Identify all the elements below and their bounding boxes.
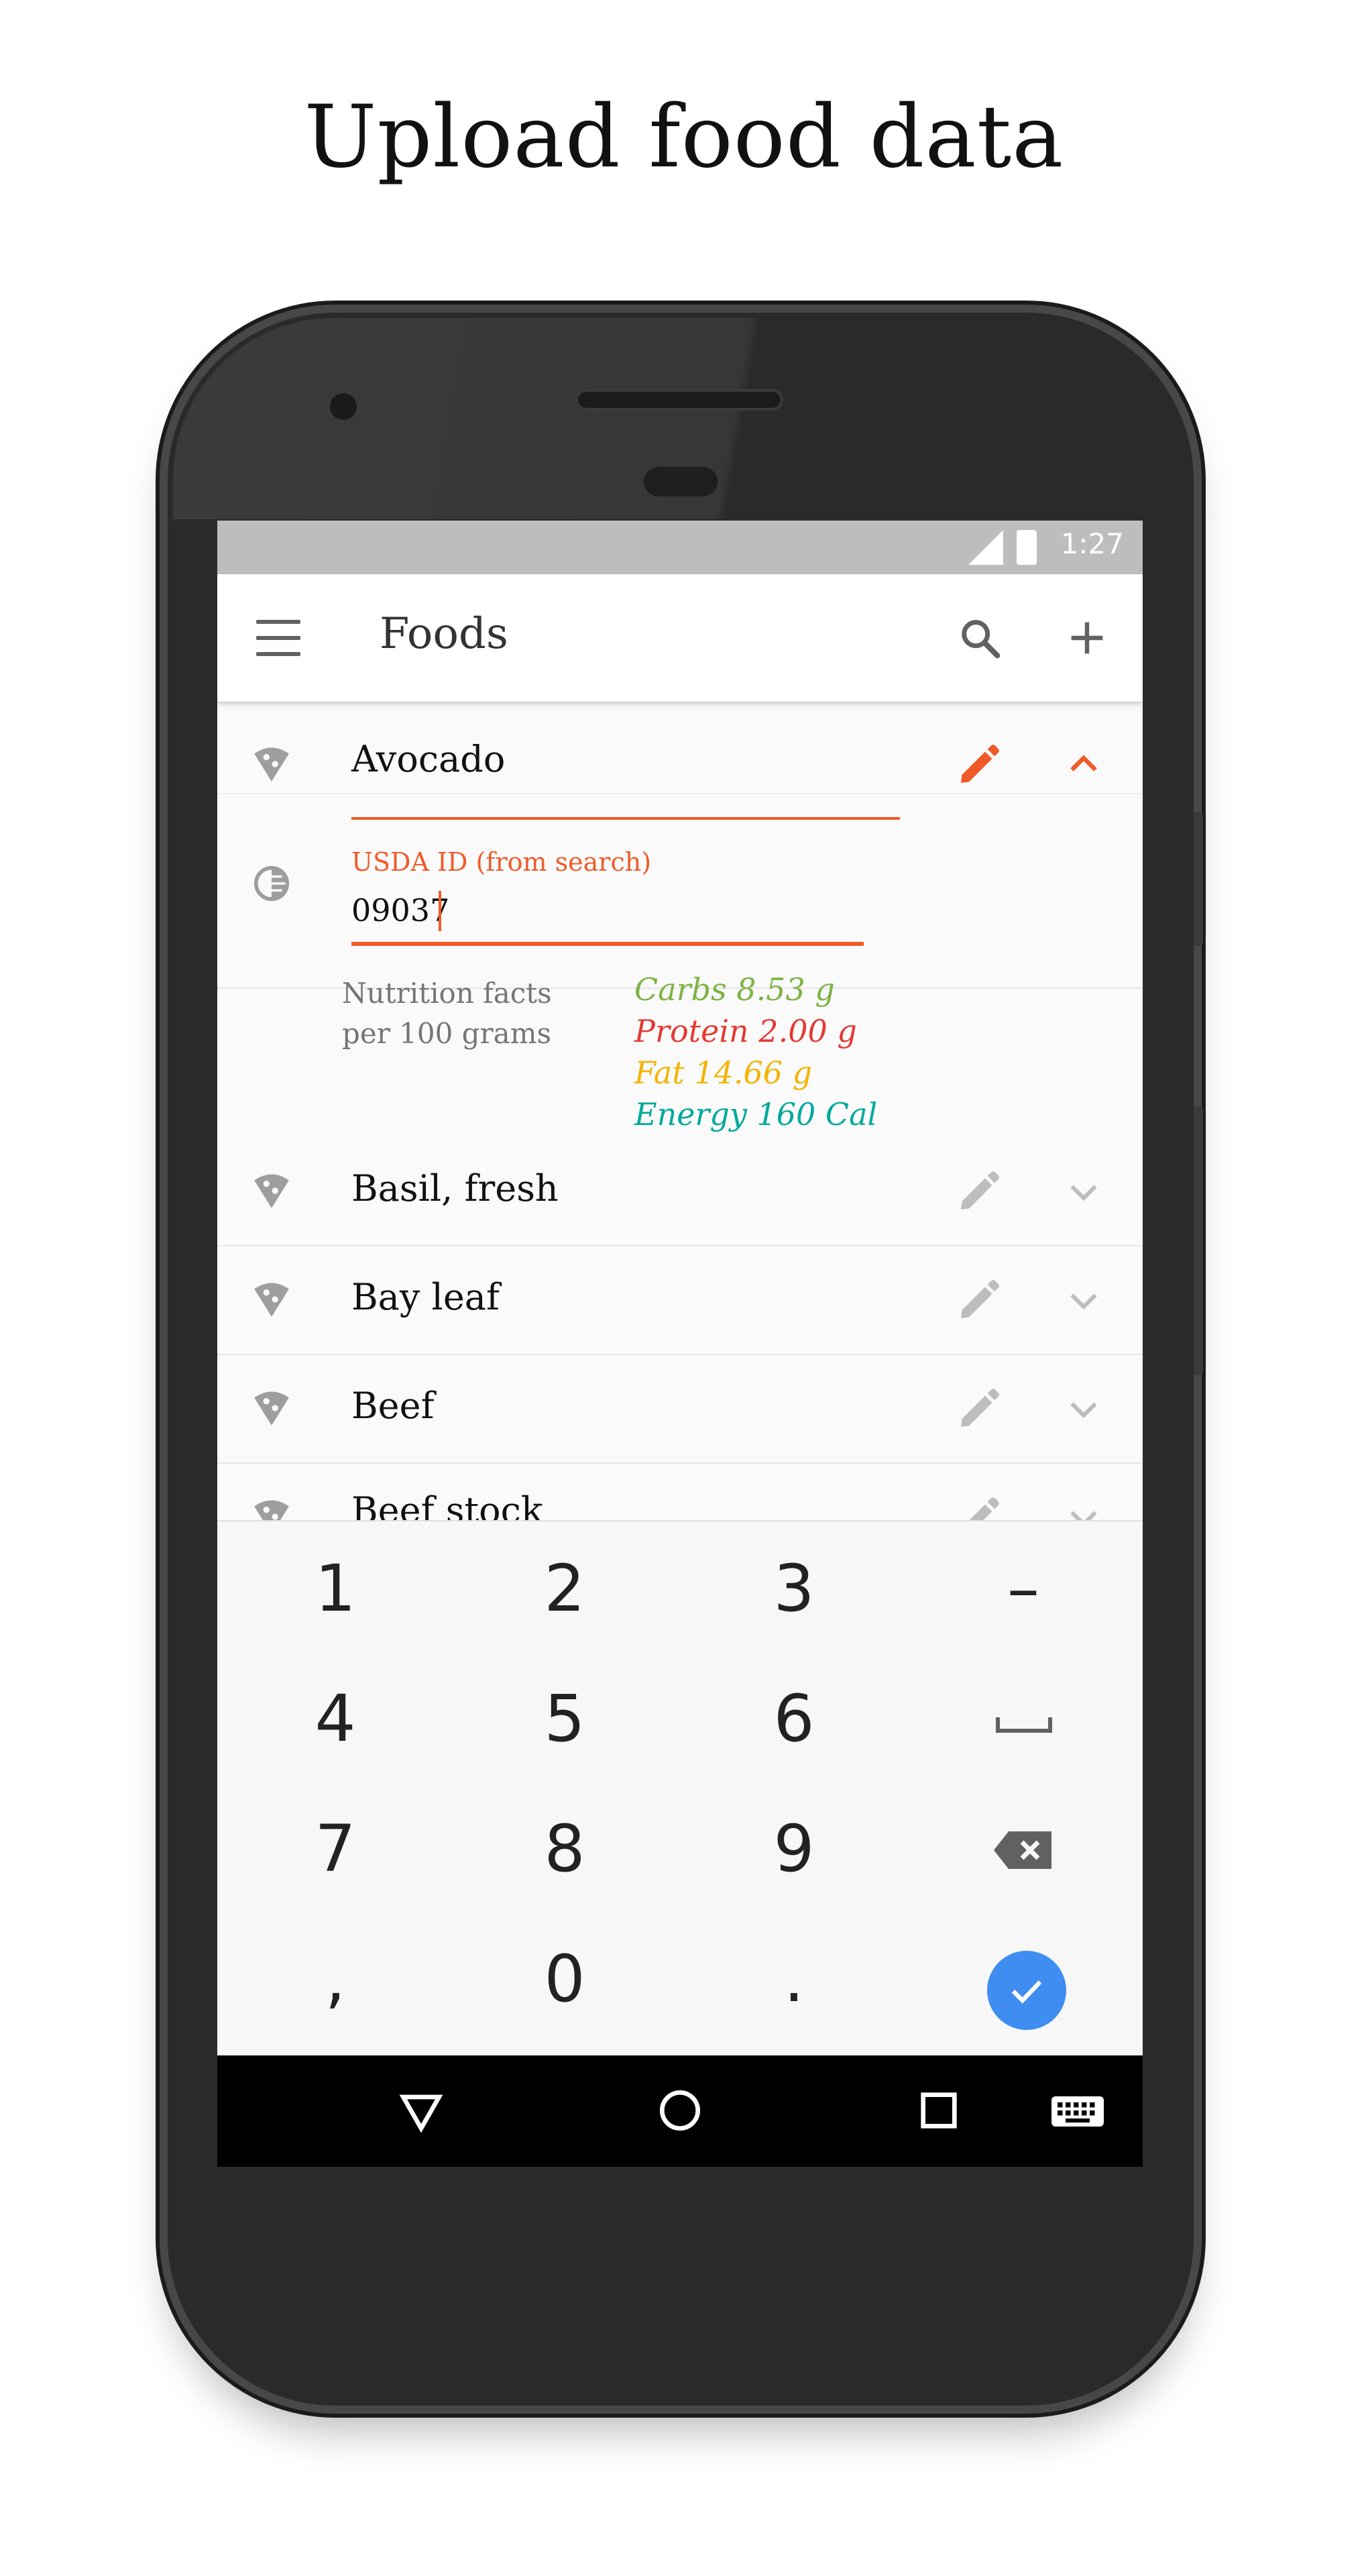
- side-button-bottom: [1194, 1107, 1203, 1375]
- text-caret: [439, 891, 441, 931]
- back-icon[interactable]: [394, 2084, 448, 2137]
- carbs-value: Carbs 8.53 g: [634, 971, 835, 1008]
- food-name: Beef: [351, 1385, 435, 1427]
- edit-icon[interactable]: [955, 1167, 1003, 1216]
- protein-value: Protein 2.00 g: [634, 1013, 857, 1049]
- food-name: Bay leaf: [351, 1276, 500, 1318]
- status-bar: 1:27: [217, 521, 1143, 574]
- food-name-underline: [351, 817, 900, 820]
- key-3[interactable]: 3: [714, 1535, 874, 1642]
- half-circle-icon: [253, 865, 290, 902]
- key-7[interactable]: 7: [255, 1795, 416, 1902]
- list-item[interactable]: Bay leaf: [217, 1246, 1143, 1355]
- key-5[interactable]: 5: [484, 1665, 645, 1772]
- toolbar-title: Foods: [380, 609, 508, 659]
- battery-icon: [1017, 530, 1037, 565]
- menu-icon[interactable]: [256, 620, 300, 656]
- backspace-icon[interactable]: [992, 1829, 1054, 1872]
- nutrition-facts-label: Nutrition facts: [342, 977, 552, 1010]
- list-item[interactable]: Beef: [217, 1355, 1143, 1464]
- food-name: Basil, fresh: [351, 1167, 559, 1210]
- edit-icon[interactable]: [955, 741, 1003, 789]
- key-8[interactable]: 8: [484, 1795, 645, 1902]
- recents-icon[interactable]: [912, 2084, 966, 2137]
- pizza-icon: [254, 747, 289, 782]
- space-key-icon[interactable]: [995, 1709, 1053, 1736]
- edit-icon[interactable]: [955, 1385, 1003, 1433]
- usda-id-label: USDA ID (from search): [351, 847, 652, 877]
- key-2[interactable]: 2: [484, 1535, 645, 1642]
- home-icon[interactable]: [653, 2084, 707, 2137]
- pizza-icon: [254, 1174, 289, 1208]
- key-9[interactable]: 9: [714, 1795, 874, 1902]
- numeric-keyboard: 1 2 3 – 4 5 6 7 8 9 , 0 .: [217, 1520, 1143, 2057]
- pizza-icon: [254, 1391, 289, 1426]
- done-button[interactable]: [987, 1951, 1066, 2030]
- key-1[interactable]: 1: [255, 1535, 416, 1642]
- proximity-sensor: [644, 467, 718, 496]
- key-0[interactable]: 0: [484, 1925, 645, 2033]
- pizza-icon: [254, 1283, 289, 1317]
- list-item[interactable]: Basil, fresh: [217, 1138, 1143, 1246]
- edit-icon[interactable]: [955, 1276, 1003, 1324]
- key-comma[interactable]: ,: [255, 1925, 416, 2033]
- nutrition-basis-label: per 100 grams: [342, 1017, 552, 1050]
- navigation-bar: [217, 2055, 1143, 2167]
- key-6[interactable]: 6: [714, 1665, 874, 1772]
- usda-id-underline: [351, 942, 864, 946]
- energy-value: Energy 160 Cal: [634, 1096, 878, 1132]
- search-icon[interactable]: [956, 614, 1003, 661]
- keyboard-switch-icon[interactable]: [1047, 2084, 1108, 2137]
- front-camera: [325, 388, 362, 425]
- page-headline: Upload food data: [304, 87, 1064, 187]
- side-button-top: [1194, 812, 1203, 946]
- fat-value: Fat 14.66 g: [634, 1055, 813, 1091]
- chevron-up-icon[interactable]: [1064, 745, 1104, 785]
- key-minus[interactable]: –: [943, 1535, 1104, 1642]
- chevron-down-icon[interactable]: [1064, 1171, 1104, 1212]
- signal-icon: [968, 530, 1003, 565]
- food-name-field[interactable]: Avocado: [351, 738, 505, 780]
- food-item-expanded[interactable]: Avocado USDA ID (from search) 09037 Nutr…: [217, 710, 1143, 1132]
- check-icon: [1011, 1980, 1042, 2004]
- add-icon[interactable]: [1064, 614, 1110, 661]
- earpiece-speaker: [575, 389, 783, 411]
- divider: [217, 793, 1143, 794]
- app-toolbar: Foods: [217, 574, 1143, 702]
- chevron-down-icon[interactable]: [1064, 1389, 1104, 1429]
- key-period[interactable]: .: [714, 1925, 874, 2033]
- usda-id-field[interactable]: 09037: [351, 892, 449, 928]
- key-4[interactable]: 4: [255, 1665, 416, 1772]
- phone-screen: 1:27 Foods Avocado USDA ID (from search)…: [217, 521, 1143, 2167]
- status-time: 1:27: [1060, 527, 1124, 560]
- chevron-down-icon[interactable]: [1064, 1280, 1104, 1320]
